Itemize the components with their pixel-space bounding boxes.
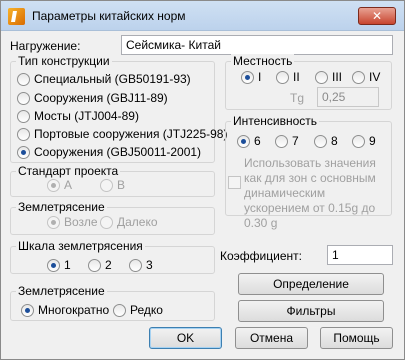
radio-circle-icon	[17, 127, 30, 141]
radio-circle-icon	[100, 215, 113, 229]
radio-selected-icon	[241, 70, 254, 84]
close-button[interactable]: ✕	[358, 7, 396, 25]
radio-selected-icon	[21, 303, 34, 317]
radio-label: II	[293, 70, 300, 84]
radio-label: B	[117, 178, 126, 192]
radio-label: Возле	[64, 215, 98, 229]
direction-definition-button[interactable]: Определение направления	[238, 273, 384, 311]
ok-button[interactable]: OK	[149, 327, 222, 349]
radio-circle-icon	[352, 70, 365, 84]
intensity-option-8[interactable]: 8	[314, 134, 338, 148]
frequency-option-rare[interactable]: Редко	[113, 303, 163, 317]
radio-label: IV	[369, 70, 381, 84]
intensity-option-7[interactable]: 7	[275, 134, 299, 148]
radio-circle-icon	[17, 72, 30, 86]
title-bar[interactable]: Параметры китайских норм ✕	[1, 1, 404, 31]
radio-circle-icon	[17, 91, 30, 105]
acceleration-checkbox-label: Использовать значения как для зон с осно…	[244, 156, 376, 230]
terrain-option-i[interactable]: I	[241, 70, 261, 84]
radio-circle-icon	[352, 134, 365, 148]
radio-label: 1	[64, 258, 71, 272]
radio-label: 9	[369, 134, 376, 148]
radio-circle-icon	[88, 258, 101, 272]
radio-label: Сооружения (GBJ11-89)	[34, 91, 168, 105]
project-standard-title: Стандарт проекта	[16, 164, 121, 178]
scale-option-2[interactable]: 2	[88, 258, 112, 272]
radio-circle-icon	[100, 178, 113, 192]
radio-selected-icon	[17, 145, 30, 159]
radio-selected-icon	[237, 134, 250, 148]
terrain-option-ii[interactable]: II	[276, 70, 300, 84]
construction-option-buildings-gbj11[interactable]: Сооружения (GBJ11-89)	[17, 91, 168, 105]
acceleration-checkbox[interactable]	[228, 176, 241, 189]
construction-option-bridges[interactable]: Мосты (JTJ004-89)	[17, 109, 139, 123]
radio-circle-icon	[276, 70, 289, 84]
radio-label: Специальный (GB50191-93)	[34, 72, 191, 86]
frequency-option-multiple[interactable]: Многократно	[21, 303, 109, 317]
construction-option-special[interactable]: Специальный (GB50191-93)	[17, 72, 191, 86]
terrain-option-iii[interactable]: III	[315, 70, 342, 84]
intensity-option-6[interactable]: 6	[237, 134, 261, 148]
distance-option-far[interactable]: Далеко	[100, 215, 158, 229]
radio-label: 3	[146, 258, 153, 272]
standard-option-b[interactable]: B	[100, 178, 125, 192]
radio-label: A	[64, 178, 73, 192]
cancel-button[interactable]: Отмена	[235, 327, 308, 349]
radio-selected-icon	[47, 215, 60, 229]
earthquake-scale-group: Шкала землетрясения	[10, 239, 215, 274]
radio-label: 7	[292, 134, 299, 148]
earthquake-distance-title: Землетрясение	[16, 200, 107, 214]
earthquake-scale-title: Шкала землетрясения	[16, 239, 145, 253]
coefficient-label: Коэффициент:	[220, 249, 302, 263]
app-logo-icon	[8, 8, 25, 25]
load-label: Нагружение:	[10, 39, 81, 53]
radio-circle-icon	[314, 134, 327, 148]
scale-option-3[interactable]: 3	[129, 258, 153, 272]
radio-circle-icon	[275, 134, 288, 148]
radio-label: Мосты (JTJ004-89)	[34, 109, 139, 123]
scale-option-1[interactable]: 1	[47, 258, 71, 272]
radio-circle-icon	[113, 303, 126, 317]
load-input[interactable]: Сейсмика- Китай	[121, 35, 393, 55]
window-title: Параметры китайских норм	[32, 9, 186, 23]
radio-label: Многократно	[38, 303, 110, 317]
terrain-title: Местность	[231, 54, 295, 68]
radio-label: 8	[331, 134, 338, 148]
radio-label: Портовые сооружения (JTJ225-98)	[34, 127, 228, 141]
radio-label: Далеко	[117, 215, 158, 229]
tg-input[interactable]: 0,25	[317, 87, 379, 107]
dialog-window: Параметры китайских норм ✕ Нагружение: С…	[0, 0, 405, 360]
filters-button[interactable]: Фильтры	[238, 300, 384, 322]
radio-label: III	[332, 70, 343, 84]
intensity-title: Интенсивность	[231, 114, 320, 128]
radio-label: Редко	[130, 303, 163, 317]
construction-type-title: Тип конструкции	[16, 54, 112, 68]
construction-option-port[interactable]: Портовые сооружения (JTJ225-98)	[17, 127, 227, 141]
intensity-option-9[interactable]: 9	[352, 134, 376, 148]
earthquake-frequency-title: Землетрясение	[16, 284, 107, 298]
construction-option-buildings-gbj50011[interactable]: Сооружения (GBJ50011-2001)	[17, 145, 201, 159]
radio-label: 2	[105, 258, 112, 272]
standard-option-a[interactable]: A	[47, 178, 72, 192]
radio-circle-icon	[17, 109, 30, 123]
radio-circle-icon	[129, 258, 142, 272]
radio-selected-icon	[47, 258, 60, 272]
terrain-option-iv[interactable]: IV	[352, 70, 380, 84]
radio-label: I	[258, 70, 262, 84]
help-button[interactable]: Помощь	[320, 327, 393, 349]
radio-selected-icon	[47, 178, 60, 192]
radio-label: Сооружения (GBJ50011-2001)	[34, 145, 202, 159]
radio-label: 6	[254, 134, 261, 148]
radio-circle-icon	[315, 70, 328, 84]
distance-option-near[interactable]: Возле	[47, 215, 98, 229]
coefficient-input[interactable]: 1	[327, 245, 393, 265]
tg-label: Tg	[290, 91, 305, 105]
